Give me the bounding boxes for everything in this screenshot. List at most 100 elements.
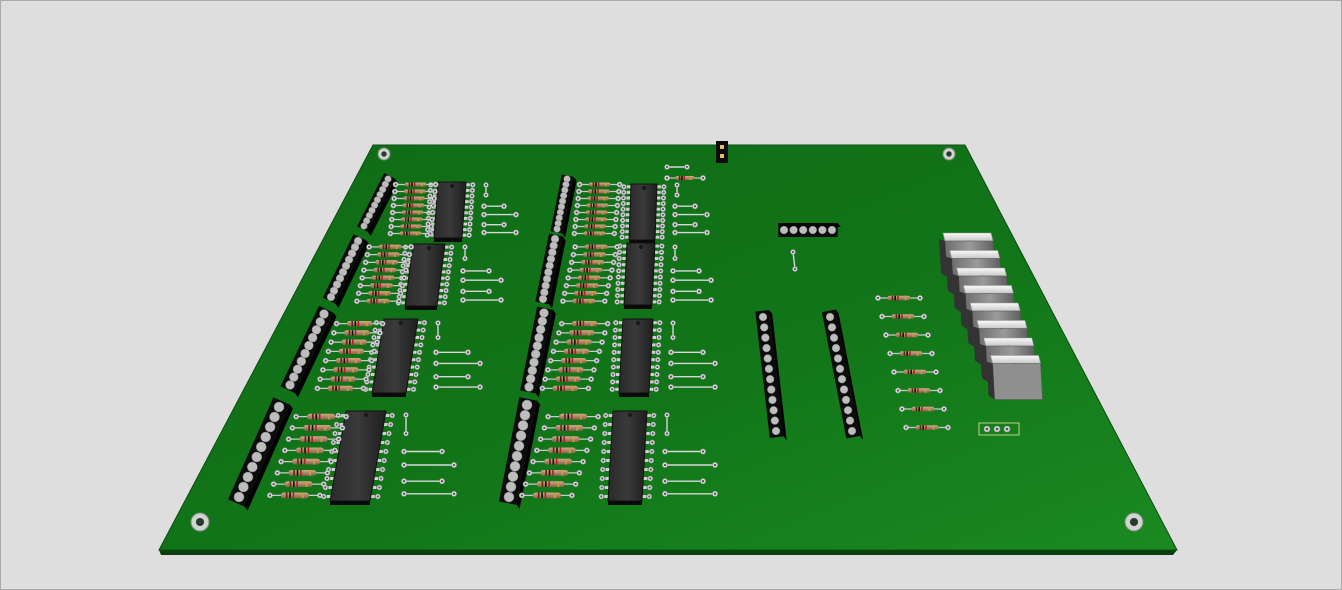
ic-pin	[463, 222, 467, 226]
header-pin	[767, 385, 776, 394]
solder-pad	[572, 481, 579, 488]
header-pin	[289, 372, 299, 382]
ic-pin	[652, 321, 657, 325]
ic-pin	[607, 432, 612, 435]
solder-pad	[431, 188, 438, 195]
solder-pad	[379, 466, 386, 473]
header-pin	[799, 225, 808, 235]
solder-pad	[659, 217, 666, 224]
header-pin	[833, 354, 843, 363]
solder-pad	[451, 490, 457, 497]
ic-pin	[616, 373, 620, 376]
solder-pad	[570, 251, 577, 258]
solder-pad	[657, 320, 663, 326]
solder-pad	[650, 421, 656, 428]
solder-pad	[374, 339, 381, 346]
solder-pad	[289, 424, 296, 431]
solder-pad	[664, 175, 670, 181]
solder-pad	[343, 413, 350, 420]
regulator-tab	[976, 320, 1028, 329]
ic-notch	[641, 185, 647, 191]
solder-pad	[403, 430, 409, 437]
ic-pin	[649, 380, 654, 384]
solder-pad	[328, 339, 335, 346]
solder-pad	[447, 256, 453, 263]
solder-pad	[672, 255, 678, 262]
ic-pin	[605, 477, 610, 480]
header-pin	[292, 364, 303, 374]
ic-pin	[625, 230, 630, 234]
ic-pin	[649, 387, 654, 391]
ic-pin	[620, 288, 625, 291]
solder-pad	[603, 290, 610, 297]
solder-pad	[648, 457, 654, 464]
ic-pin	[654, 244, 659, 248]
solder-pad	[712, 462, 718, 468]
solder-pad	[317, 376, 324, 383]
solder-pad	[708, 277, 714, 284]
solder-pad	[397, 290, 404, 297]
solder-pad	[660, 189, 667, 196]
ic-pin	[605, 468, 610, 471]
regulator-tab	[963, 285, 1014, 294]
solder-pad	[413, 371, 419, 378]
solder-pad	[692, 221, 698, 228]
header-pin	[808, 225, 817, 235]
solder-pad	[401, 490, 407, 497]
solder-pad	[887, 350, 893, 357]
ic-pin	[615, 387, 620, 391]
ic-pin	[464, 205, 469, 209]
solder-pad	[983, 425, 991, 433]
solder-pad	[614, 243, 621, 250]
solder-pad	[360, 267, 367, 274]
header-pin	[505, 481, 517, 493]
solder-pad	[616, 255, 622, 262]
jumper-pin	[720, 145, 724, 149]
solder-pad	[674, 182, 680, 188]
solder-pad	[442, 294, 448, 300]
solder-pad	[379, 320, 386, 327]
solder-pad	[611, 357, 617, 363]
ic-pin	[655, 218, 660, 222]
solder-pad	[653, 386, 659, 392]
solder-pad	[541, 424, 548, 431]
solder-pad	[616, 181, 623, 188]
ic-body	[618, 318, 654, 394]
ic-pin	[626, 190, 631, 194]
solder-pad	[656, 327, 663, 333]
solder-pad	[433, 373, 439, 380]
solder-pad	[700, 373, 706, 380]
solder-pad	[620, 200, 626, 207]
solder-pad	[945, 424, 951, 431]
header-pin	[515, 430, 527, 441]
solder-pad	[704, 229, 710, 236]
solder-pad	[620, 212, 626, 218]
solder-pad	[466, 226, 473, 233]
solder-pad	[662, 490, 668, 497]
solder-pad	[670, 267, 676, 274]
solder-pad	[439, 478, 445, 485]
ic-pin	[463, 216, 468, 220]
solder-pad	[415, 357, 422, 363]
pcb-3d-viewport[interactable]	[0, 0, 1342, 590]
header-pin	[264, 421, 276, 433]
solder-pad	[925, 332, 931, 338]
header-pin	[273, 401, 285, 413]
ic-pin	[653, 281, 658, 285]
ic-pin	[642, 495, 647, 498]
solder-pad	[879, 313, 885, 320]
ic-notch	[638, 244, 644, 250]
solder-pad	[700, 349, 706, 356]
solder-pad	[672, 203, 678, 210]
solder-pad	[355, 290, 362, 297]
solder-pad	[555, 329, 562, 336]
solder-pad	[649, 439, 655, 446]
solder-pad	[696, 288, 702, 295]
solder-pad	[712, 384, 718, 390]
solder-pad	[598, 493, 604, 500]
ic-pin	[625, 224, 630, 228]
solder-pad	[366, 243, 373, 250]
solder-pad	[574, 202, 581, 209]
solder-pad	[388, 216, 395, 223]
header-pin	[269, 411, 280, 423]
